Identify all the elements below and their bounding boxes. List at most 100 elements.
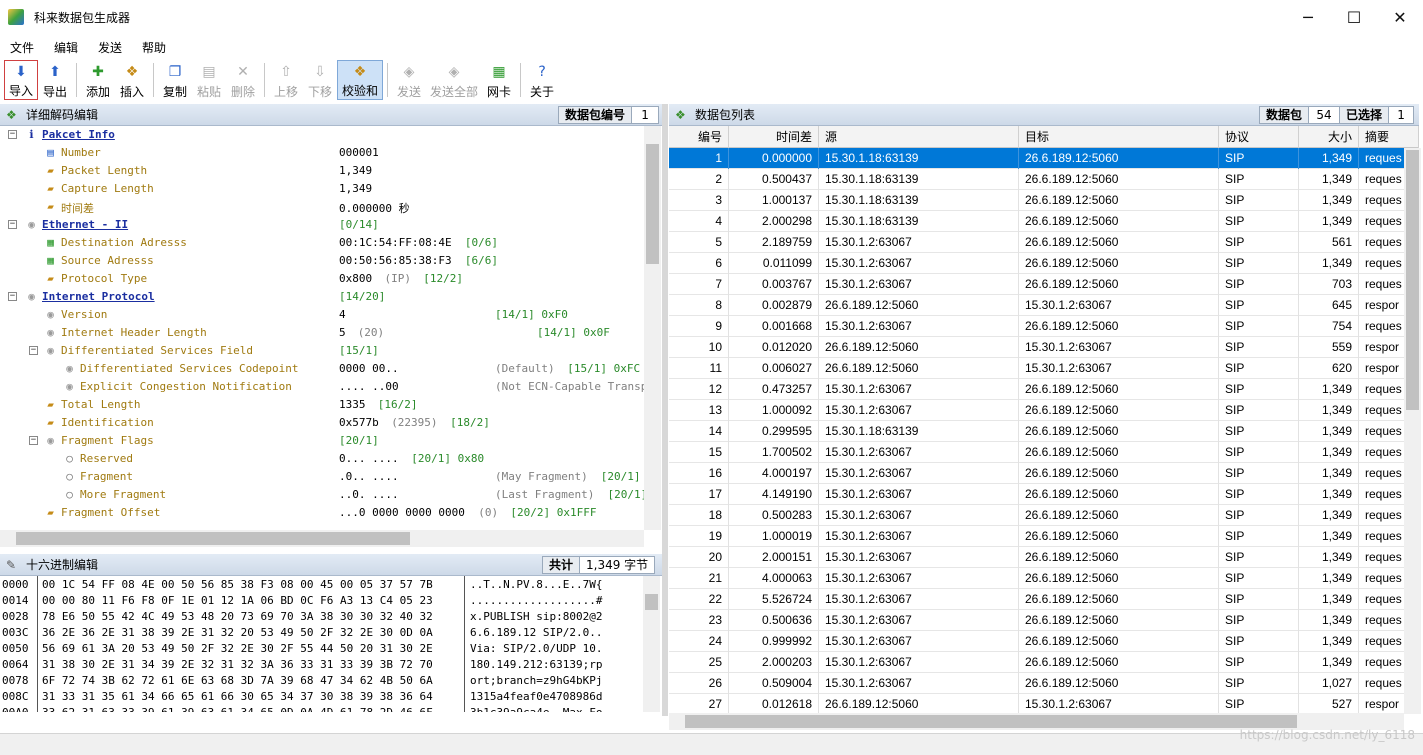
nic-button[interactable]: ▦ 网卡: [482, 60, 516, 100]
tree-row[interactable]: ◉ Version 4 [14/1] 0xF0: [0, 306, 644, 324]
packet-row[interactable]: 8 0.002879 26.6.189.12:5060 15.30.1.2:63067…: [669, 295, 1419, 316]
packet-row[interactable]: 26 0.509004 15.30.1.2:63067 26.6.189.12:506…: [669, 673, 1419, 694]
expander-icon[interactable]: −: [8, 292, 17, 301]
import-button[interactable]: ⬇ 导入: [4, 60, 39, 100]
scroll-thumb[interactable]: [645, 594, 658, 610]
packet-row[interactable]: 4 2.000298 15.30.1.18:63139 26.6.189.12:506…: [669, 211, 1419, 232]
close-button[interactable]: ✕: [1377, 0, 1423, 34]
packet-row[interactable]: 7 0.003767 15.30.1.2:63067 26.6.189.12:5060…: [669, 274, 1419, 295]
hex-bytes[interactable]: 00 1C 54 FF 08 4E 00 50 56 85 38 F3 08 0…: [42, 578, 433, 591]
packet-row[interactable]: 12 0.473257 15.30.1.2:63067 26.6.189.12:506…: [669, 379, 1419, 400]
tree-row[interactable]: ◉ Differentiated Services Codepoint 0000 0…: [0, 360, 644, 378]
send-all-button[interactable]: ◈ 发送全部: [426, 60, 482, 100]
packet-row[interactable]: 25 2.000203 15.30.1.2:63067 26.6.189.12:506…: [669, 652, 1419, 673]
packet-row[interactable]: 1 0.000000 15.30.1.18:63139 26.6.189.12:506…: [669, 148, 1419, 169]
column-header-6[interactable]: 摘要: [1359, 126, 1419, 148]
packet-row[interactable]: 5 2.189759 15.30.1.2:63067 26.6.189.12:5060…: [669, 232, 1419, 253]
column-header-2[interactable]: 源: [819, 126, 1019, 148]
hex-row[interactable]: 0078 6F 72 74 3B 62 72 61 6E 63 68 3D 7A …: [0, 673, 660, 689]
packet-row[interactable]: 10 0.012020 26.6.189.12:5060 15.30.1.2:6306…: [669, 337, 1419, 358]
tree-row[interactable]: ▰ Identification 0x577b (22395) [18/2]: [0, 414, 644, 432]
hex-ascii[interactable]: 180.149.212:63139;rp: [470, 658, 602, 671]
hex-bytes[interactable]: 78 E6 50 55 42 4C 49 53 48 20 73 69 70 3…: [42, 610, 433, 623]
hex-row[interactable]: 0050 56 69 61 3A 20 53 49 50 2F 32 2E 30 …: [0, 641, 660, 657]
decode-tree-hscroll[interactable]: [0, 530, 644, 547]
add-button[interactable]: ✚ 添加: [81, 60, 115, 100]
packet-list-vscroll[interactable]: [1404, 148, 1421, 714]
hex-ascii[interactable]: ...................#: [470, 594, 602, 607]
hex-ascii[interactable]: 3b1c39a9ca4e..Max-Fo: [470, 706, 602, 712]
packet-row[interactable]: 23 0.500636 15.30.1.2:63067 26.6.189.12:506…: [669, 610, 1419, 631]
hex-ascii[interactable]: 6.6.189.12 SIP/2.0..: [470, 626, 602, 639]
paste-button[interactable]: ▤ 粘贴: [192, 60, 226, 100]
scroll-thumb[interactable]: [685, 715, 1297, 728]
copy-button[interactable]: ❐ 复制: [158, 60, 192, 100]
hex-ascii[interactable]: 1315a4feaf0e4708986d: [470, 690, 602, 703]
hex-row[interactable]: 00A0 33 62 31 63 33 39 61 39 63 61 34 65 …: [0, 705, 660, 712]
packet-row[interactable]: 20 2.000151 15.30.1.2:63067 26.6.189.12:506…: [669, 547, 1419, 568]
tree-row[interactable]: ▰ Packet Length 1,349: [0, 162, 644, 180]
tree-row[interactable]: ○ Fragment .0.. .... (May Fragment) [20/1] 0…: [0, 468, 644, 486]
menu-file[interactable]: 文件: [0, 39, 44, 56]
hex-bytes[interactable]: 00 00 80 11 F6 F8 0F 1E 01 12 1A 06 BD 0…: [42, 594, 433, 607]
menu-help[interactable]: 帮助: [132, 39, 176, 56]
decode-tree[interactable]: − ℹ Pakcet Info ▤ Number 000001 ▰ Packet Length…: [0, 126, 644, 530]
tree-row[interactable]: ▦ Destination Adresss 00:1C:54:FF:08:4E [0/…: [0, 234, 644, 252]
hex-bytes[interactable]: 31 33 31 35 61 34 66 65 61 66 30 65 34 3…: [42, 690, 433, 703]
tree-row[interactable]: − ◉ Differentiated Services Field [15/1]: [0, 342, 644, 360]
tree-row[interactable]: ▦ Source Adresss 00:50:56:85:38:F3 [6/6]: [0, 252, 644, 270]
tree-row[interactable]: ▰ 时间差 0.000000 秒: [0, 198, 644, 216]
tree-row[interactable]: ▤ Number 000001: [0, 144, 644, 162]
tree-row[interactable]: ◉ Explicit Congestion Notification .... ..…: [0, 378, 644, 396]
packet-row[interactable]: 13 1.000092 15.30.1.2:63067 26.6.189.12:506…: [669, 400, 1419, 421]
column-header-4[interactable]: 协议: [1219, 126, 1299, 148]
packet-row[interactable]: 14 0.299595 15.30.1.18:63139 26.6.189.12:50…: [669, 421, 1419, 442]
delete-button[interactable]: ✕ 删除: [226, 60, 260, 100]
move-up-button[interactable]: ⇧ 上移: [269, 60, 303, 100]
packet-row[interactable]: 22 5.526724 15.30.1.2:63067 26.6.189.12:506…: [669, 589, 1419, 610]
menu-edit[interactable]: 编辑: [44, 39, 88, 56]
packet-row[interactable]: 11 0.006027 26.6.189.12:5060 15.30.1.2:6306…: [669, 358, 1419, 379]
hex-row[interactable]: 0064 31 38 30 2E 31 34 39 2E 32 31 32 3A …: [0, 657, 660, 673]
packet-row[interactable]: 2 0.500437 15.30.1.18:63139 26.6.189.12:506…: [669, 169, 1419, 190]
tree-row[interactable]: ◉ Internet Header Length 5 (20) [14/1] 0x0F: [0, 324, 644, 342]
hex-bytes[interactable]: 36 2E 36 2E 31 38 39 2E 31 32 20 53 49 5…: [42, 626, 433, 639]
scroll-thumb[interactable]: [646, 144, 659, 264]
packet-row[interactable]: 27 0.012618 26.6.189.12:5060 15.30.1.2:6306…: [669, 694, 1419, 714]
scroll-thumb[interactable]: [16, 532, 410, 545]
column-header-1[interactable]: 时间差: [729, 126, 819, 148]
expander-icon[interactable]: −: [8, 220, 17, 229]
tree-row[interactable]: − ◉ Internet Protocol [14/20]: [0, 288, 644, 306]
packet-row[interactable]: 16 4.000197 15.30.1.2:63067 26.6.189.12:506…: [669, 463, 1419, 484]
tree-row[interactable]: − ℹ Pakcet Info: [0, 126, 644, 144]
packet-row[interactable]: 3 1.000137 15.30.1.18:63139 26.6.189.12:506…: [669, 190, 1419, 211]
packet-list[interactable]: 编号 时间差源目标 协议 大小 摘要 1 0.000000 15.30.1.18:63139…: [669, 126, 1419, 714]
hex-bytes[interactable]: 33 62 31 63 33 39 61 39 63 61 34 65 0D 0…: [42, 706, 433, 712]
about-button[interactable]: ? 关于: [525, 60, 559, 100]
tree-row[interactable]: ▰ Total Length 1335 [16/2]: [0, 396, 644, 414]
hex-bytes[interactable]: 6F 72 74 3B 62 72 61 6E 63 68 3D 7A 39 6…: [42, 674, 433, 687]
hex-row[interactable]: 0028 78 E6 50 55 42 4C 49 53 48 20 73 69 …: [0, 609, 660, 625]
hex-editor[interactable]: 0000 00 1C 54 FF 08 4E 00 50 56 85 38 F3 …: [0, 576, 660, 712]
packet-row[interactable]: 21 4.000063 15.30.1.2:63067 26.6.189.12:506…: [669, 568, 1419, 589]
expander-icon[interactable]: −: [8, 130, 17, 139]
packet-row[interactable]: 15 1.700502 15.30.1.2:63067 26.6.189.12:506…: [669, 442, 1419, 463]
hex-ascii[interactable]: ..T..N.PV.8...E..7W{: [470, 578, 602, 591]
tree-row[interactable]: ○ More Fragment ..0. .... (Last Fragment) [2…: [0, 486, 644, 504]
packet-row[interactable]: 24 0.999992 15.30.1.2:63067 26.6.189.12:506…: [669, 631, 1419, 652]
hex-ascii[interactable]: ort;branch=z9hG4bKPj: [470, 674, 602, 687]
packet-row[interactable]: 17 4.149190 15.30.1.2:63067 26.6.189.12:506…: [669, 484, 1419, 505]
hex-bytes[interactable]: 31 38 30 2E 31 34 39 2E 32 31 32 3A 36 3…: [42, 658, 433, 671]
menu-send[interactable]: 发送: [88, 39, 132, 56]
packet-row[interactable]: 6 0.011099 15.30.1.2:63067 26.6.189.12:5060…: [669, 253, 1419, 274]
maximize-button[interactable]: ☐: [1331, 0, 1377, 34]
insert-button[interactable]: ❖ 插入: [115, 60, 149, 100]
column-header-5[interactable]: 大小: [1299, 126, 1359, 148]
hex-ascii[interactable]: x.PUBLISH sip:8002@2: [470, 610, 602, 623]
packet-row[interactable]: 9 0.001668 15.30.1.2:63067 26.6.189.12:5060…: [669, 316, 1419, 337]
expander-icon[interactable]: −: [29, 346, 38, 355]
hex-bytes[interactable]: 56 69 61 3A 20 53 49 50 2F 32 2E 30 2F 5…: [42, 642, 433, 655]
scroll-thumb[interactable]: [1406, 150, 1419, 410]
tree-row[interactable]: ▰ Capture Length 1,349: [0, 180, 644, 198]
tree-row[interactable]: − ◉ Fragment Flags [20/1]: [0, 432, 644, 450]
